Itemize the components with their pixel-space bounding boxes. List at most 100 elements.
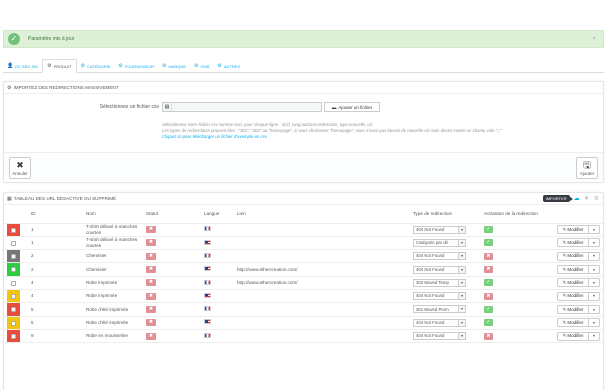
- row-select-cell: [4, 262, 29, 277]
- col-type[interactable]: Type de redirection: [411, 205, 482, 224]
- csv-file-input[interactable]: ▤: [162, 102, 322, 112]
- redirect-type-select[interactable]: 404 Not Found ▾: [413, 332, 466, 341]
- x-icon[interactable]: ✖: [484, 332, 493, 340]
- tab-2[interactable]: ⚙ CATÉGORIE: [77, 60, 115, 72]
- settings-icon[interactable]: ⚙: [594, 195, 599, 202]
- cogs-icon: ⚙: [217, 63, 222, 69]
- status-x-icon[interactable]: ✖: [146, 226, 156, 234]
- check-icon[interactable]: ✓: [484, 279, 493, 287]
- col-id[interactable]: ID: [29, 205, 84, 224]
- tab-0[interactable]: 👤 EC SEO 301: [3, 60, 42, 72]
- status-x-icon[interactable]: ✖: [146, 305, 156, 313]
- row-checkbox[interactable]: [11, 227, 16, 233]
- caret-down-icon[interactable]: ▾: [589, 266, 599, 273]
- redirect-type-select[interactable]: 404 Not Found ▾: [413, 292, 466, 301]
- caret-down-icon[interactable]: ▾: [589, 239, 599, 246]
- close-icon[interactable]: ×: [592, 36, 596, 42]
- x-icon[interactable]: ✖: [484, 292, 493, 300]
- row-checkbox[interactable]: [11, 240, 16, 246]
- tab-6[interactable]: ⚙ AUTRES: [213, 60, 244, 72]
- col-status[interactable]: Statut: [144, 205, 202, 224]
- redirect-type-select[interactable]: 404 Not Found ▾: [413, 225, 466, 234]
- edit-button[interactable]: ✎ Modifier: [558, 319, 589, 327]
- pencil-icon: ✎: [562, 253, 567, 259]
- edit-button[interactable]: ✎ Modifier: [558, 252, 589, 260]
- caret-down-icon[interactable]: ▾: [589, 226, 599, 233]
- row-id: 9: [29, 329, 84, 344]
- filter-icon[interactable]: ▼: [584, 196, 590, 202]
- row-checkbox[interactable]: [11, 333, 16, 339]
- table-row[interactable]: 5 Robe d'été imprimée ✖ 301 Moved Perm ▾ ✓ ✎ Mo…: [4, 302, 605, 317]
- edit-button[interactable]: ✎ Modifier: [558, 279, 589, 287]
- status-x-icon[interactable]: ✖: [146, 266, 156, 274]
- row-checkbox[interactable]: [11, 280, 16, 286]
- col-link[interactable]: Lien: [235, 205, 411, 224]
- redirections-table: ID Nom Statut Langue Lien Type de redire…: [4, 205, 605, 344]
- redirect-type-select[interactable]: 301 Moved Perm ▾: [413, 305, 466, 314]
- status-x-icon[interactable]: ✖: [146, 252, 156, 260]
- download-example-link[interactable]: Cliquez ici pour télécharger un fichier …: [162, 134, 582, 140]
- caret-down-icon[interactable]: ▾: [589, 333, 599, 340]
- caret-down-icon[interactable]: ▾: [589, 319, 599, 326]
- edit-button[interactable]: ✎ Modifier: [558, 266, 589, 274]
- row-checkbox[interactable]: [11, 267, 16, 273]
- row-checkbox[interactable]: [11, 307, 16, 313]
- check-icon[interactable]: ✓: [484, 239, 493, 247]
- table-row[interactable]: 2 Chemisier ✖ http://www.ethercreation.com/…: [4, 262, 605, 277]
- table-row[interactable]: 1 T-shirt délavé à manches courtes ✖ 404 No…: [4, 223, 605, 237]
- edit-button-group: ✎ Modifier ▾: [557, 251, 600, 261]
- table-row[interactable]: 4 Robe imprimée ✖ 404 Not Found ▾ ✖ ✎ Modifier ▾: [4, 289, 605, 304]
- tab-3[interactable]: ⚙ FOURNISSEUR: [114, 60, 158, 72]
- caret-down-icon[interactable]: ▾: [589, 306, 599, 313]
- status-x-icon[interactable]: ✖: [146, 279, 156, 287]
- x-icon[interactable]: ✖: [484, 266, 493, 274]
- redirect-type-select[interactable]: Catégorie par dé ▾: [413, 238, 466, 247]
- row-link: http://www.ethercreation.com/: [235, 276, 411, 290]
- tab-1[interactable]: ⚙ PRODUIT: [42, 59, 77, 73]
- tab-5[interactable]: ⚙ CMS: [190, 60, 213, 72]
- table-row[interactable]: 2 Chemisier ✖ 404 Not Found ▾ ✖ ✎ Modifier ▾: [4, 249, 605, 264]
- submit-import-button[interactable]: 🖫 Ajouter: [576, 157, 598, 179]
- edit-button-group: ✎ Modifier ▾: [557, 318, 600, 328]
- row-checkbox[interactable]: [11, 293, 16, 299]
- redirect-type-select[interactable]: 404 Not Found ▾: [413, 265, 466, 274]
- row-type-cell: 404 Not Found ▾: [411, 289, 482, 304]
- add-file-button[interactable]: ▬ Ajouter un fichier: [324, 102, 380, 112]
- table-row[interactable]: 4 Robe imprimée ✖ http://www.ethercreation.…: [4, 276, 605, 290]
- check-icon[interactable]: ✓: [484, 226, 493, 234]
- file-icon: ▤: [163, 103, 172, 111]
- table-row[interactable]: 9 Robe en mousseline ✖ 404 Not Found ▾ ✖ ✎ Modi…: [4, 329, 605, 344]
- caret-down-icon[interactable]: ▾: [589, 293, 599, 300]
- tab-label: CATÉGORIE: [87, 63, 111, 69]
- row-checkbox[interactable]: [11, 254, 16, 260]
- col-active[interactable]: Activation de la redirection: [482, 205, 555, 224]
- edit-button[interactable]: ✎ Modifier: [558, 305, 589, 313]
- x-icon[interactable]: ✖: [484, 252, 493, 260]
- edit-button[interactable]: ✎ Modifier: [558, 292, 589, 300]
- cloud-upload-icon[interactable]: ☁: [574, 195, 580, 202]
- row-lang-cell: [202, 249, 235, 264]
- check-icon[interactable]: ✓: [484, 305, 493, 313]
- table-row[interactable]: 1 T-shirt délavé à manches courtes ✖ Catégo…: [4, 236, 605, 251]
- redirect-type-select[interactable]: 404 Not Found ▾: [413, 318, 466, 327]
- row-actions-cell: ✎ Modifier ▾: [555, 329, 605, 344]
- cancel-button[interactable]: ✖ Annuler: [9, 157, 31, 179]
- edit-button[interactable]: ✎ Modifier: [558, 239, 589, 247]
- table-row[interactable]: 5 Robe d'été imprimée ✖ 404 Not Found ▾ ✓ ✎ Mod…: [4, 316, 605, 330]
- status-x-icon[interactable]: ✖: [146, 319, 156, 327]
- caret-down-icon[interactable]: ▾: [589, 279, 599, 286]
- redirect-type-select[interactable]: 302 Moved Temp ▾: [413, 278, 466, 287]
- status-x-icon[interactable]: ✖: [146, 239, 156, 247]
- row-checkbox[interactable]: [11, 320, 16, 326]
- edit-button[interactable]: ✎ Modifier: [558, 226, 589, 234]
- redirect-type-select[interactable]: 404 Not Found ▾: [413, 252, 466, 261]
- edit-button[interactable]: ✎ Modifier: [558, 332, 589, 340]
- status-x-icon[interactable]: ✖: [146, 332, 156, 340]
- tab-4[interactable]: ⚙ MARQUE: [158, 60, 190, 72]
- col-lang[interactable]: Langue: [202, 205, 235, 224]
- caret-down-icon[interactable]: ▾: [589, 253, 599, 260]
- status-x-icon[interactable]: ✖: [146, 292, 156, 300]
- row-type-cell: 404 Not Found ▾: [411, 316, 482, 330]
- col-name[interactable]: Nom: [84, 205, 144, 224]
- check-icon[interactable]: ✓: [484, 319, 493, 327]
